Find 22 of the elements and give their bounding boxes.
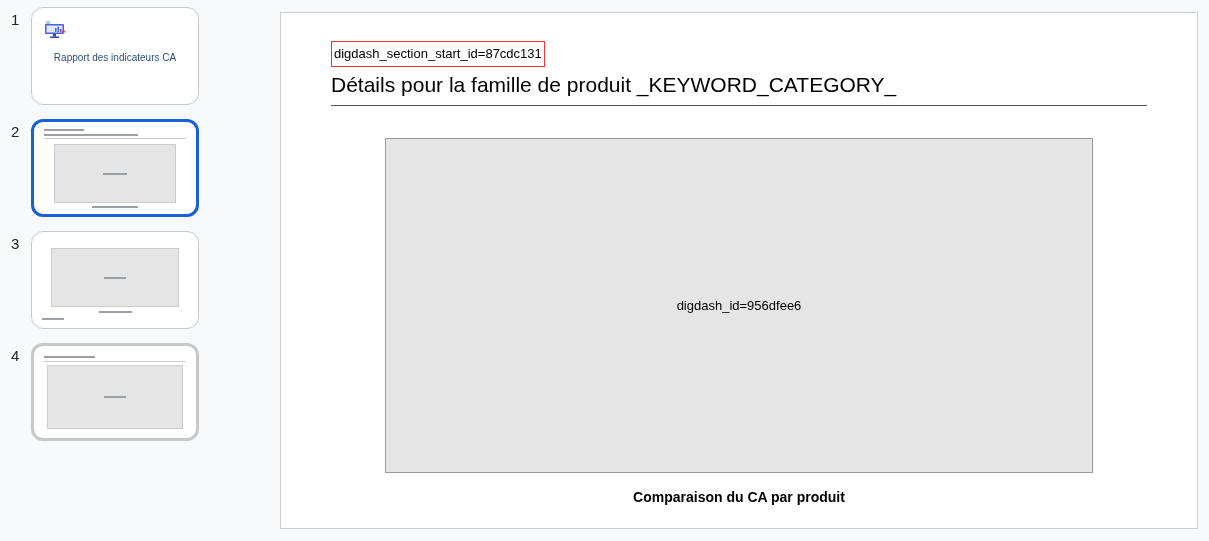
section-marker: digdash_section_start_id=87cdc131: [331, 41, 545, 67]
text-line-drawing: [44, 129, 84, 131]
text-line-drawing: [98, 311, 132, 313]
slide-thumbnail[interactable]: [31, 343, 199, 441]
text-line-drawing: [103, 172, 127, 175]
slide-title: Détails pour la famille de produit _KEYWORD_CATEGORY_: [331, 71, 898, 98]
text-line-drawing: [104, 396, 126, 398]
monitor-chart-icon: [44, 20, 66, 38]
slide-number: 2: [10, 122, 17, 142]
slide-thumbnail[interactable]: [31, 119, 199, 217]
placeholder-id: digdash_id=956dfee6: [676, 296, 802, 315]
slide-title: Rapport des indicateurs CA: [52, 51, 178, 65]
slide-thumbnail[interactable]: Rapport des indicateurs CA: [31, 7, 199, 105]
text-line-drawing: [92, 206, 138, 208]
slide-number: 4: [10, 346, 17, 366]
text-line-drawing: [44, 356, 95, 358]
text-line-drawing: [42, 318, 64, 320]
text-line-drawing: [104, 276, 126, 279]
slide-number: 3: [10, 234, 17, 254]
slide-thumbnail[interactable]: [31, 231, 199, 329]
chart-caption: Comparaison du CA par produit: [632, 487, 846, 507]
slide-number: 1: [10, 10, 17, 30]
